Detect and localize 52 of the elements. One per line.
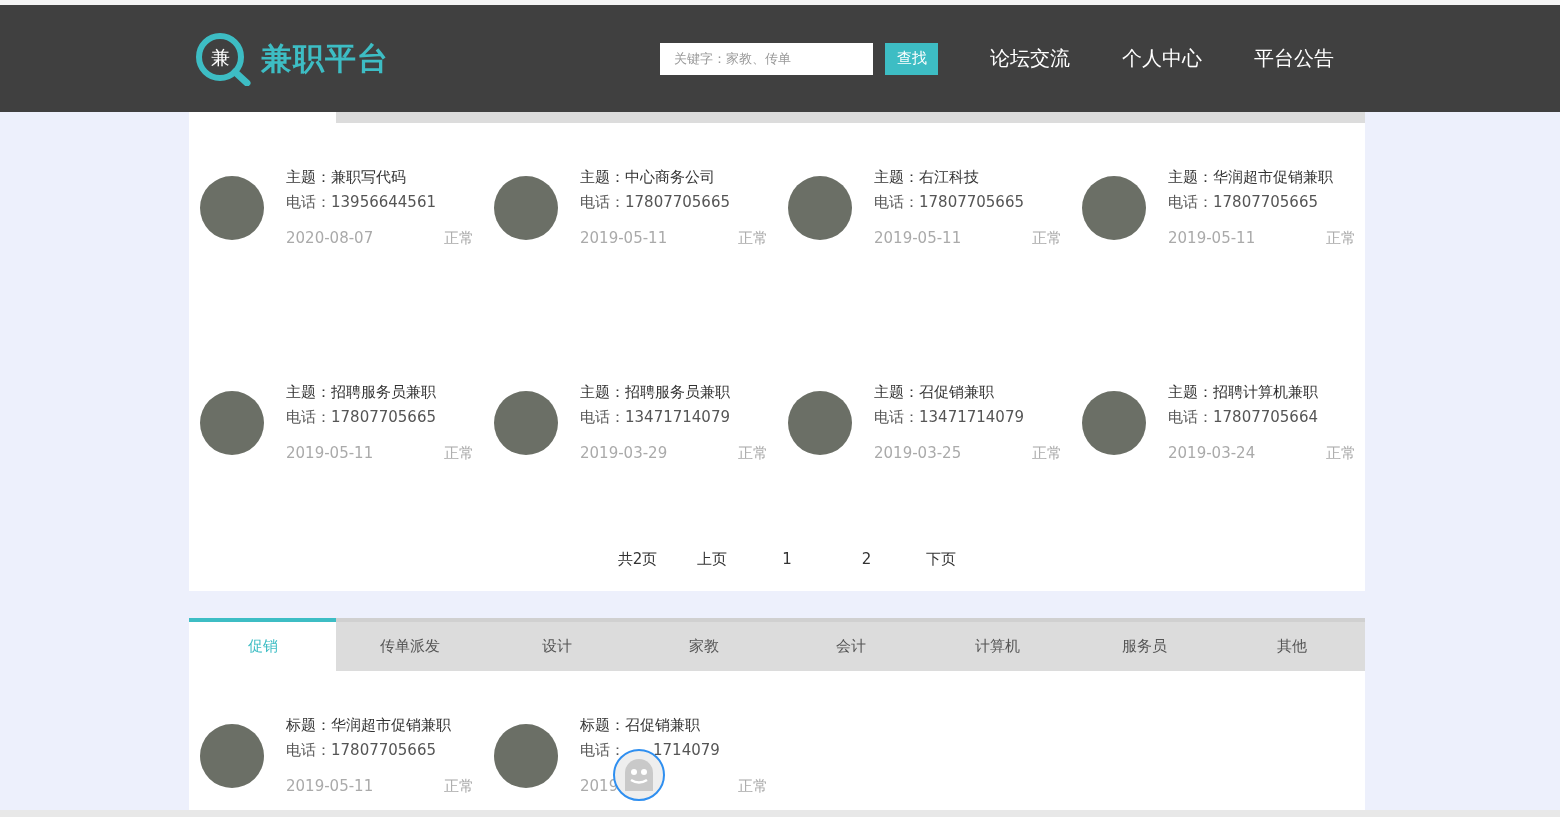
job-title[interactable]: 主题：招聘服务员兼职 [580, 380, 768, 405]
page-count: 共2页 [617, 549, 658, 569]
phone-number: 电话：13471714079 [874, 407, 1024, 428]
post-date: 2019-05-11 [286, 777, 374, 796]
status-label: 正常 [738, 444, 768, 463]
status-label: 正常 [444, 444, 474, 463]
logo-mark: 兼 [209, 45, 231, 68]
post-date: 2019-03-29 [580, 444, 668, 463]
phone-number: 1714079 [653, 740, 720, 761]
post-date: 2019-05-11 [286, 444, 374, 463]
logo-text[interactable]: 兼职平台 [261, 37, 389, 80]
job-title[interactable]: 主题：招聘服务员兼职 [286, 380, 474, 405]
job-title[interactable]: 主题：华润超市促销兼职 [1168, 165, 1356, 190]
search-field[interactable]: 关键字：家教、传单 [660, 42, 873, 75]
job-title[interactable]: 标题：华润超市促销兼职 [286, 713, 474, 738]
job-title[interactable]: 主题：右江科技 [874, 165, 1062, 190]
status-label: 正常 [444, 229, 474, 248]
phone-number: 电话：17807705665 [1168, 192, 1318, 213]
job-title[interactable]: 标题：召促销兼职 [580, 713, 768, 738]
prev-page-link[interactable]: 上页 [697, 549, 728, 569]
job-title[interactable]: 主题：召促销兼职 [874, 380, 1062, 405]
magnifier-logo-icon [195, 31, 251, 86]
post-date: 2020-08-07 [286, 229, 374, 248]
job-title[interactable]: 主题：招聘计算机兼职 [1168, 380, 1356, 405]
post-date: 2019-05-11 [1168, 229, 1256, 248]
phone-number: 电话： [580, 740, 625, 761]
nav-link[interactable]: 论坛交流 [990, 45, 1070, 72]
status-label: 正常 [738, 229, 768, 248]
phone-number: 电话：13471714079 [580, 407, 730, 428]
status-label: 正常 [738, 777, 768, 796]
phone-number: 电话：17807705665 [286, 740, 436, 761]
job-title[interactable]: 主题：中心商务公司 [580, 165, 768, 190]
next-page-link[interactable]: 下页 [926, 549, 957, 569]
page-link[interactable]: 2 [846, 549, 887, 569]
status-label: 正常 [1032, 444, 1062, 463]
phone-number: 电话：17807705665 [286, 407, 436, 428]
phone-number: 电话：17807705665 [580, 192, 730, 213]
phone-number: 电话：13956644561 [286, 192, 436, 213]
status-label: 正常 [1326, 444, 1356, 463]
post-date: 2019-05-11 [874, 229, 962, 248]
phone-number: 电话：17807705664 [1168, 407, 1318, 428]
post-date: 2019-03-24 [1168, 444, 1256, 463]
post-date: 2019-05-11 [580, 229, 668, 248]
phone-number: 电话：17807705665 [874, 192, 1024, 213]
page-link[interactable]: 1 [767, 549, 807, 569]
job-title[interactable]: 主题：兼职写代码 [286, 165, 474, 190]
post-date: 2019-03-25 [874, 444, 962, 463]
status-label: 正常 [1032, 229, 1062, 248]
nav-link[interactable]: 个人中心 [1122, 45, 1202, 72]
status-label: 正常 [444, 777, 474, 796]
status-label: 正常 [1326, 229, 1356, 248]
nav-link[interactable]: 平台公告 [1254, 45, 1334, 72]
